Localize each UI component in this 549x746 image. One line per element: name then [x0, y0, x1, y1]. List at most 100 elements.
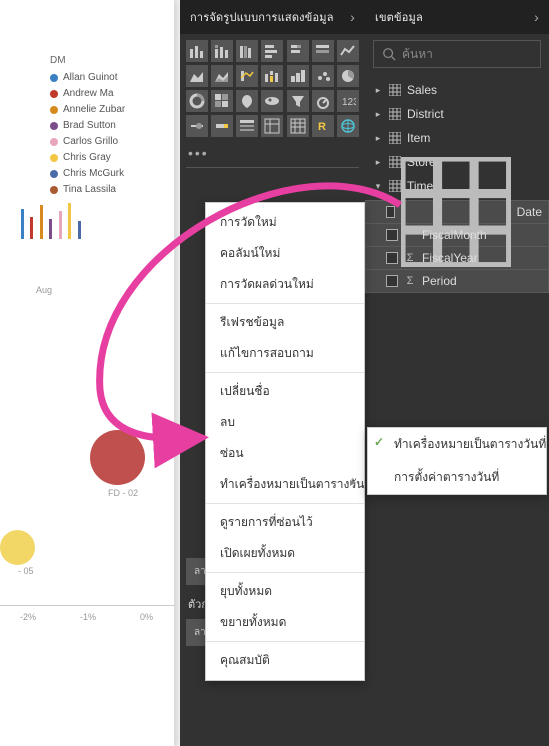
viz-type-icon[interactable]	[312, 65, 334, 87]
report-canvas: DM Allan GuinotAndrew MaAnnelie ZubarBra…	[0, 0, 175, 746]
ctx-item[interactable]: เปิดเผยทั้งหมด	[206, 538, 364, 569]
table-district[interactable]: ▸District	[365, 102, 549, 126]
ctx-item[interactable]: ขยายทั้งหมด	[206, 607, 364, 638]
table-icon	[389, 180, 401, 192]
ctx-item[interactable]: คอลัมน์ใหม่	[206, 238, 364, 269]
fields-tree: ▸Sales▸District▸Item▸Store▾TimeDateFisca…	[365, 74, 549, 296]
ctx-item[interactable]: รีเฟรชข้อมูล	[206, 307, 364, 338]
legend-item[interactable]: Allan Guinot	[50, 72, 190, 83]
viz-type-icon[interactable]	[337, 115, 359, 137]
table-icon	[389, 156, 401, 168]
svg-text:123: 123	[342, 97, 356, 108]
ctx-item[interactable]: คุณสมบัติ	[206, 645, 364, 676]
legend-item[interactable]: Carlos Grillo	[50, 136, 190, 147]
expand-icon: ▸	[373, 85, 383, 96]
viz-type-icon[interactable]	[287, 90, 309, 112]
expand-icon: ▸	[373, 133, 383, 144]
viz-type-icon[interactable]	[186, 90, 208, 112]
ctx-item[interactable]: แก้ไขการสอบถาม	[206, 338, 364, 369]
mini-bar-chart	[20, 203, 82, 239]
viz-type-icon[interactable]	[337, 65, 359, 87]
viz-type-icon[interactable]	[186, 40, 208, 62]
ctx-item[interactable]: เปลี่ยนชื่อ	[206, 376, 364, 407]
viz-type-icon[interactable]	[186, 115, 208, 137]
viz-type-icon[interactable]	[261, 65, 283, 87]
viz-type-icon[interactable]	[287, 115, 309, 137]
viz-type-icon[interactable]	[312, 90, 334, 112]
visualization-picker: 123 R	[180, 34, 365, 143]
checkbox[interactable]	[386, 229, 398, 241]
table-icon	[389, 132, 401, 144]
field-period[interactable]: ΣPeriod	[365, 269, 549, 293]
expand-icon: ▸	[373, 109, 383, 120]
check-icon: ✓	[374, 435, 384, 449]
viz-type-icon[interactable]	[236, 65, 258, 87]
viz-type-icon[interactable]: 123	[337, 90, 359, 112]
viz-type-icon[interactable]	[337, 40, 359, 62]
legend-item[interactable]: Tina Lassila	[50, 184, 190, 195]
viz-type-icon[interactable]	[261, 115, 283, 137]
field-date[interactable]: Date	[365, 200, 549, 224]
fields-header[interactable]: เขตข้อมูล ›	[365, 0, 549, 34]
scatter-chart: FD - 02 - 05 -2% -1% 0%	[0, 330, 175, 630]
legend-item[interactable]: Annelie Zubar	[50, 104, 190, 115]
chevron-right-icon: ›	[350, 9, 355, 25]
viz-type-icon[interactable]	[261, 90, 283, 112]
legend-dot-icon	[50, 122, 58, 130]
legend-title: DM	[50, 55, 190, 66]
svg-text:R: R	[318, 121, 326, 133]
month-axis-label: Aug	[36, 285, 52, 295]
viz-type-icon[interactable]	[261, 40, 283, 62]
viz-type-icon[interactable]	[211, 115, 233, 137]
table-sales[interactable]: ▸Sales	[365, 78, 549, 102]
submenu-mark-as-date[interactable]: ✓ ทำเครื่องหมายเป็นตารางวันที่	[368, 428, 546, 461]
ctx-mark-as-date[interactable]: ทำเครื่องหมายเป็นตารางวันที่	[206, 469, 364, 500]
legend-dot-icon	[50, 154, 58, 162]
legend-item[interactable]: Chris McGurk	[50, 168, 190, 179]
viz-type-icon[interactable]	[236, 90, 258, 112]
search-input[interactable]: ค้นหา	[373, 40, 541, 68]
checkbox[interactable]	[386, 275, 398, 287]
sigma-icon: Σ	[404, 252, 416, 264]
submenu-date-settings[interactable]: การตั้งค่าตารางวันที่	[368, 461, 546, 494]
sigma-icon: Σ	[404, 275, 416, 287]
viz-type-icon[interactable]: R	[312, 115, 334, 137]
checkbox[interactable]	[386, 206, 395, 218]
viz-type-icon[interactable]	[211, 65, 233, 87]
viz-type-icon[interactable]	[236, 40, 258, 62]
ctx-item[interactable]: ซ่อน	[206, 438, 364, 469]
ctx-item[interactable]: การวัดใหม่	[206, 207, 364, 238]
viz-type-icon[interactable]	[186, 65, 208, 87]
search-icon	[382, 47, 396, 61]
context-menu: การวัดใหม่คอลัมน์ใหม่การวัดผลด่วนใหม่รีเ…	[205, 202, 365, 681]
ctx-item[interactable]: ดูรายการที่ซ่อนไว้	[206, 507, 364, 538]
viz-type-icon[interactable]	[211, 90, 233, 112]
viz-type-icon[interactable]	[236, 115, 258, 137]
viz-type-icon[interactable]	[211, 40, 233, 62]
legend-dot-icon	[50, 74, 58, 82]
table-icon	[389, 108, 401, 120]
legend-item[interactable]: Chris Gray	[50, 152, 190, 163]
ctx-item[interactable]: ลบ	[206, 407, 364, 438]
viz-type-icon[interactable]	[312, 40, 334, 62]
checkbox[interactable]	[386, 252, 398, 264]
ctx-item[interactable]: การวัดผลด่วนใหม่	[206, 269, 364, 300]
legend-dot-icon	[50, 106, 58, 114]
chevron-right-icon: ›	[534, 9, 539, 25]
table-icon	[389, 84, 401, 96]
table-item[interactable]: ▸Item	[365, 126, 549, 150]
visualizations-header[interactable]: การจัดรูปแบบการแสดงข้อมูล ›	[180, 0, 365, 34]
more-visuals-button[interactable]: •••	[180, 143, 365, 167]
chart-legend: Allan Guinot Andrew Ma Annelie Zubar Brad S…	[50, 72, 190, 195]
legend-item[interactable]: Brad Sutton	[50, 120, 190, 131]
ctx-item[interactable]: ยุบทั้งหมด	[206, 576, 364, 607]
context-submenu: ✓ ทำเครื่องหมายเป็นตารางวันที่ การตั้งค่…	[367, 427, 547, 495]
legend-item[interactable]: Andrew Ma	[50, 88, 190, 99]
expand-icon: ▸	[373, 157, 383, 168]
expand-icon: ▾	[373, 181, 383, 192]
legend-dot-icon	[50, 186, 58, 194]
legend-dot-icon	[50, 138, 58, 146]
viz-type-icon[interactable]	[287, 40, 309, 62]
fields-panel: เขตข้อมูล › ค้นหา ▸Sales▸District▸Item▸S…	[365, 0, 549, 746]
viz-type-icon[interactable]	[287, 65, 309, 87]
